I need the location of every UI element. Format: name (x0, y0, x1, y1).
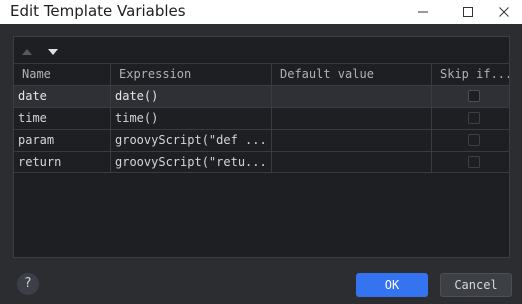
table-row[interactable]: date date() (14, 85, 509, 107)
minimize-button[interactable] (403, 0, 443, 24)
cell-expression[interactable]: groovyScript("retu... (111, 152, 272, 173)
skip-checkbox[interactable] (468, 90, 480, 102)
cell-default-value[interactable] (272, 152, 432, 173)
table-header: Name Expression Default value Skip if... (14, 63, 509, 85)
cell-default-value[interactable] (272, 108, 432, 129)
close-icon (499, 7, 509, 17)
skip-checkbox[interactable] (468, 112, 480, 124)
cell-name[interactable]: param (14, 130, 111, 151)
table-toolbar (14, 37, 509, 63)
skip-checkbox[interactable] (468, 134, 480, 146)
variables-table: Name Expression Default value Skip if...… (14, 63, 509, 173)
move-up-button[interactable] (20, 43, 34, 55)
triangle-up-icon (22, 49, 32, 55)
triangle-down-icon (48, 49, 58, 55)
cell-expression[interactable]: groovyScript("def ... (111, 130, 272, 151)
cancel-button[interactable]: Cancel (440, 273, 512, 297)
maximize-button[interactable] (448, 0, 488, 24)
cell-expression[interactable]: date() (111, 86, 272, 107)
maximize-icon (463, 7, 473, 17)
cell-name[interactable]: date (14, 86, 111, 107)
help-button[interactable]: ? (17, 273, 39, 295)
column-header-default-value[interactable]: Default value (272, 64, 432, 85)
cell-default-value[interactable] (272, 130, 432, 151)
variables-panel: Name Expression Default value Skip if...… (13, 36, 510, 258)
minimize-icon (418, 11, 428, 13)
ok-button[interactable]: OK (356, 273, 428, 297)
cell-name[interactable]: time (14, 108, 111, 129)
column-header-skip[interactable]: Skip if... (432, 64, 509, 85)
close-button[interactable] (484, 0, 522, 24)
column-header-name[interactable]: Name (14, 64, 111, 85)
window-title: Edit Template Variables (10, 2, 186, 20)
skip-checkbox[interactable] (468, 156, 480, 168)
cell-name[interactable]: return (14, 152, 111, 173)
cell-expression[interactable]: time() (111, 108, 272, 129)
title-bar: Edit Template Variables (0, 0, 522, 24)
table-row[interactable]: param groovyScript("def ... (14, 129, 509, 151)
table-row[interactable]: return groovyScript("retu... (14, 151, 509, 173)
column-header-expression[interactable]: Expression (111, 64, 272, 85)
table-row[interactable]: time time() (14, 107, 509, 129)
move-down-button[interactable] (46, 43, 60, 55)
cell-default-value[interactable] (272, 86, 432, 107)
